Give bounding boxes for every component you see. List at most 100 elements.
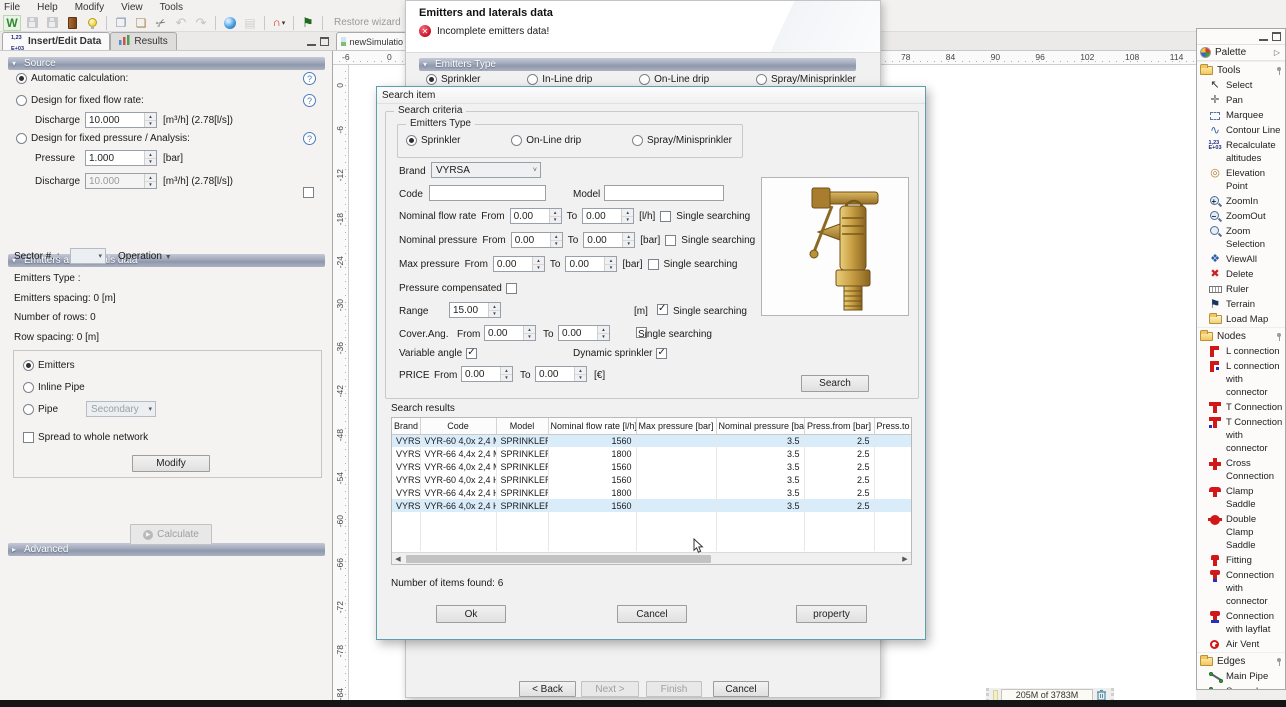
results-col-header[interactable]: Nominal pressure [bar]	[716, 418, 804, 434]
menu-help[interactable]: Help	[37, 2, 58, 13]
numeric-input[interactable]: 0.00▲▼	[510, 208, 562, 224]
cover-to-input[interactable]: 0.00▲▼	[558, 325, 610, 341]
results-row[interactable]: VYRSAVYR-66 4,0x 2,4 HSPRINKLER15603.52.…	[392, 499, 912, 512]
palette-item-cross-connection[interactable]: Cross Connection	[1197, 456, 1285, 484]
palette-item-double-clamp-saddle[interactable]: Double Clamp Saddle	[1197, 512, 1285, 553]
radio-emitters[interactable]: Emitters	[23, 360, 75, 371]
wizard-type-spray-minisprinkler[interactable]: Spray/Minisprinkler	[756, 74, 856, 85]
property-button[interactable]: property	[796, 605, 867, 623]
code-input[interactable]	[429, 185, 546, 201]
help-icon[interactable]: ?	[303, 72, 316, 85]
menu-file[interactable]: File	[4, 2, 20, 13]
palette-item-terrain[interactable]: ⚑Terrain	[1197, 297, 1285, 312]
operation-dropdown[interactable]: Operation ▼	[118, 251, 172, 262]
scroll-left-icon[interactable]: ◀	[392, 555, 404, 563]
single-searching-checkbox[interactable]	[660, 211, 671, 222]
wizard-type-in-line-drip[interactable]: In-Line drip	[527, 74, 592, 85]
palette-item-clamp-saddle[interactable]: Clamp Saddle	[1197, 484, 1285, 512]
radio-fixed-pressure[interactable]: Design for fixed pressure / Analysis:	[16, 133, 190, 144]
wizard-emitters-type-header[interactable]: Emitters Type	[419, 58, 856, 71]
source-section-header[interactable]: Source	[8, 57, 325, 70]
tab-results[interactable]: Results	[110, 32, 176, 50]
radio-inline-pipe[interactable]: Inline Pipe	[23, 382, 85, 393]
results-row[interactable]: VYRSAVYR-66 4,4x 2,4 MSPRINKLER18003.52.…	[392, 447, 912, 460]
palette-header[interactable]: Palette ▷	[1197, 44, 1285, 61]
price-to-input[interactable]: 0.00▲▼	[535, 366, 587, 382]
discharge2-checkbox[interactable]	[303, 187, 314, 198]
palette-item-delete[interactable]: ✖Delete	[1197, 267, 1285, 282]
results-col-header[interactable]: Brand	[392, 418, 420, 434]
google-earth-icon[interactable]	[221, 15, 239, 31]
radio-pipe[interactable]: Pipe	[23, 404, 58, 415]
horizontal-scrollbar[interactable]: ◀ ▶	[392, 552, 911, 564]
single-searching-checkbox[interactable]	[665, 235, 676, 246]
variable-angle-checkbox[interactable]: Variable angle	[399, 348, 477, 359]
results-col-header[interactable]: Code	[420, 418, 496, 434]
paste-icon[interactable]: ❏	[132, 15, 150, 31]
cancel-button[interactable]: Cancel	[617, 605, 687, 623]
palette-item-t-connection[interactable]: T Connection	[1197, 400, 1285, 415]
numeric-input[interactable]: 0.00▲▼	[582, 208, 634, 224]
search-type-sprinkler[interactable]: Sprinkler	[406, 135, 460, 146]
spread-network-checkbox[interactable]: Spread to whole network	[23, 432, 148, 443]
ok-button[interactable]: Ok	[436, 605, 506, 623]
palette-item-viewall[interactable]: ❖ViewAll	[1197, 252, 1285, 267]
maximize-icon[interactable]	[1272, 32, 1281, 41]
model-input[interactable]	[604, 185, 724, 201]
palette-item-fitting[interactable]: Fitting	[1197, 553, 1285, 568]
palette-item-select[interactable]: ↖Select	[1197, 78, 1285, 93]
help-icon[interactable]: ?	[303, 132, 316, 145]
search-type-on-line-drip[interactable]: On-Line drip	[511, 135, 581, 146]
single-searching-checkbox[interactable]	[648, 259, 659, 270]
wizard-type-sprinkler[interactable]: Sprinkler	[426, 74, 480, 85]
minimize-icon[interactable]	[307, 37, 316, 46]
palette-item-connection-with-connector[interactable]: Connection with connector	[1197, 568, 1285, 609]
results-col-header[interactable]: Press.to [bar]	[874, 418, 912, 434]
palette-section-nodes[interactable]: Nodes	[1197, 327, 1285, 344]
pressure-compensated-checkbox[interactable]: Pressure compensated	[399, 283, 517, 294]
results-col-header[interactable]: Max pressure [bar]	[636, 418, 716, 434]
wizard-back-button[interactable]: < Back	[519, 681, 576, 697]
palette-item-main-pipe[interactable]: Main Pipe	[1197, 669, 1285, 684]
menu-modify[interactable]: Modify	[75, 2, 104, 13]
search-type-spray-minisprinkler[interactable]: Spray/Minisprinkler	[632, 135, 732, 146]
magnet-dropdown-icon[interactable]: ∩▾	[270, 15, 288, 31]
wizard-type-on-line-drip[interactable]: On-Line drip	[639, 74, 709, 85]
palette-item-zoom-selection[interactable]: Zoom Selection	[1197, 224, 1285, 252]
palette-item-ruler[interactable]: Ruler	[1197, 282, 1285, 297]
range-single-checkbox[interactable]	[657, 304, 668, 315]
palette-item-l-connection[interactable]: L connection	[1197, 344, 1285, 359]
results-col-header[interactable]: Press.from [bar]	[804, 418, 874, 434]
maximize-icon[interactable]	[320, 37, 329, 46]
tab-newsimulation[interactable]: newSimulatio	[336, 32, 408, 50]
results-row[interactable]: VYRSAVYR-66 4,0x 2,4 MSPRINKLER15603.52.…	[392, 460, 912, 473]
exit-door-icon[interactable]	[63, 15, 81, 31]
price-from-input[interactable]: 0.00▲▼	[461, 366, 513, 382]
palette-item-elevation-point[interactable]: ◎Elevation Point	[1197, 166, 1285, 194]
palette-item-zoomin[interactable]: +ZoomIn	[1197, 194, 1285, 209]
terrain-flag-icon[interactable]: ⚑	[299, 15, 317, 31]
pressure-input[interactable]: 1.000▲▼	[85, 150, 157, 166]
palette-item-contour-line[interactable]: ∿Contour Line	[1197, 123, 1285, 138]
discharge-input[interactable]: 10.000▲▼	[85, 112, 157, 128]
menu-view[interactable]: View	[121, 2, 143, 13]
palette-item-t-connection-with-connector[interactable]: T Connection with connector	[1197, 415, 1285, 456]
palette-item-secondary-pipe[interactable]: Secondary Pipe	[1197, 684, 1285, 690]
results-col-header[interactable]: Nominal flow rate [l/h]	[548, 418, 636, 434]
results-col-header[interactable]: Model	[496, 418, 548, 434]
numeric-input[interactable]: 0.00▲▼	[565, 256, 617, 272]
palette-item-pan[interactable]: ✛Pan	[1197, 93, 1285, 108]
results-row[interactable]: VYRSAVYR-60 4,0x 2,4 MSPRINKLER15603.52.…	[392, 434, 912, 447]
restore-wizard-button[interactable]: Restore wizard	[334, 17, 401, 28]
palette-section-edges[interactable]: Edges	[1197, 652, 1285, 669]
brand-select[interactable]: VYRSA˅	[431, 162, 541, 178]
hint-bulb-icon[interactable]	[83, 15, 101, 31]
modify-button[interactable]: Modify	[132, 455, 210, 472]
range-input[interactable]: 15.00▲▼	[449, 302, 501, 318]
numeric-input[interactable]: 0.00▲▼	[511, 232, 563, 248]
results-row[interactable]: VYRSAVYR-60 4,0x 2,4 HSPRINKLER15603.52.…	[392, 473, 912, 486]
results-row[interactable]: VYRSAVYR-66 4,4x 2,4 HSPRINKLER18003.52.…	[392, 486, 912, 499]
search-results-table[interactable]: BrandCodeModelNominal flow rate [l/h]Max…	[391, 417, 912, 565]
wizard-icon[interactable]: W	[3, 15, 21, 31]
palette-item-load-map[interactable]: Load Map	[1197, 312, 1285, 327]
